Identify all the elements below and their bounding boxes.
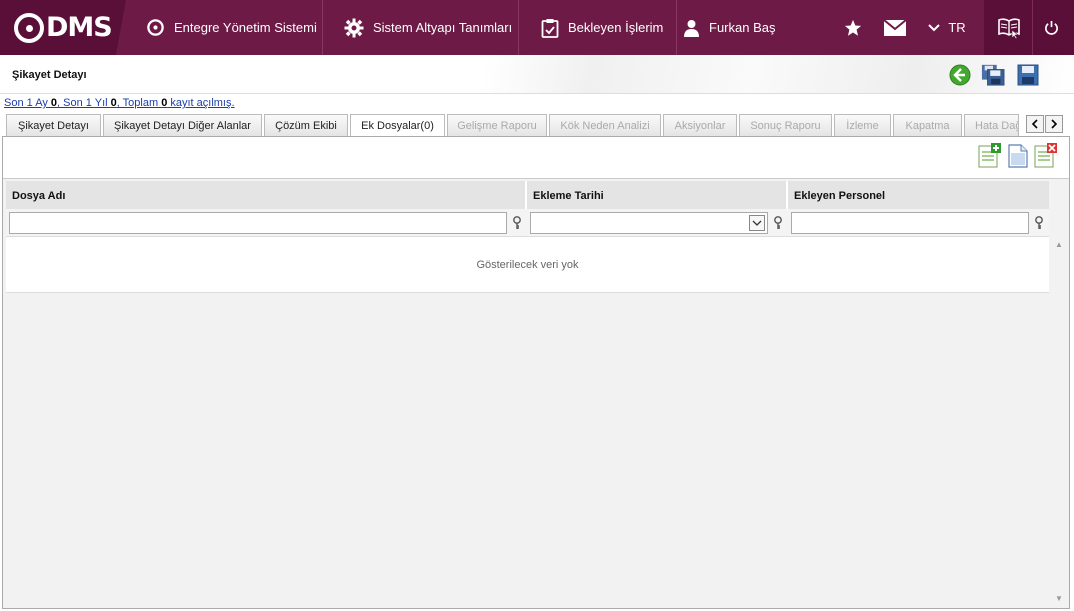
page-title: Şikayet Detayı	[12, 69, 87, 81]
user-icon	[683, 19, 700, 37]
filter-icon[interactable]	[1033, 216, 1045, 230]
filter-input-ekleme-tarihi[interactable]	[530, 212, 768, 234]
grid-toolbar	[3, 137, 1069, 179]
logo-text: DMS	[46, 12, 113, 43]
nav-item-label: Bekleyen İşlerim	[568, 20, 664, 35]
clipboard-icon	[541, 18, 559, 38]
nav-item-bekleyen-islerim[interactable]: Bekleyen İşlerim	[541, 0, 663, 55]
summary-text: , Son 1 Yıl	[57, 97, 111, 109]
nav-divider	[322, 0, 323, 55]
filter-input-ekleyen-personel[interactable]	[791, 212, 1029, 234]
date-dropdown-button[interactable]	[749, 215, 765, 231]
filter-icon[interactable]	[511, 216, 523, 230]
filter-icon[interactable]	[772, 216, 784, 230]
tab-kok-neden-analizi[interactable]: Kök Neden Analizi	[549, 114, 661, 136]
tab-strip: Şikayet Detayı Şikayet Detayı Diğer Alan…	[6, 114, 1021, 137]
view-file-icon[interactable]	[1007, 143, 1031, 169]
gear-icon	[344, 18, 364, 38]
nav-item-user[interactable]: Furkan Baş	[683, 0, 775, 55]
mail-icon[interactable]	[879, 0, 911, 55]
filter-input-dosya-adi[interactable]	[9, 212, 507, 234]
user-guide-book-icon[interactable]	[990, 0, 1028, 55]
save-all-icon[interactable]	[981, 63, 1005, 87]
tab-hata-dagilimi[interactable]: Hata Dağ	[964, 114, 1019, 136]
scroll-down-arrow-icon[interactable]: ▼	[1055, 594, 1063, 603]
nav-item-entegre[interactable]: Entegre Yönetim Sistemi	[146, 0, 317, 55]
tab-scroll-right-button[interactable]	[1045, 115, 1063, 133]
qdms-icon	[146, 18, 165, 37]
grid-scrollbar[interactable]: ▲ ▼	[1049, 181, 1069, 608]
logo-q-icon	[14, 12, 44, 43]
nav-divider	[676, 0, 677, 55]
nav-divider	[1032, 0, 1033, 55]
nav-divider	[518, 0, 519, 55]
language-selector[interactable]: TR	[922, 0, 972, 55]
summary-text: , Toplam	[116, 97, 162, 109]
column-header-ekleme-tarihi[interactable]: Ekleme Tarihi	[527, 181, 786, 209]
chevron-left-icon	[1031, 119, 1038, 129]
tab-ek-dosyalar[interactable]: Ek Dosyalar(0)	[350, 114, 445, 137]
column-header-dosya-adi[interactable]: Dosya Adı	[6, 181, 525, 209]
power-icon[interactable]	[1036, 0, 1066, 55]
tab-sikayet-detayi-diger-alanlar[interactable]: Şikayet Detayı Diğer Alanlar	[103, 114, 262, 136]
tab-sikayet-detayi[interactable]: Şikayet Detayı	[6, 114, 101, 136]
filter-row	[6, 209, 1049, 237]
scroll-up-arrow-icon[interactable]: ▲	[1055, 240, 1063, 249]
tab-cozum-ekibi[interactable]: Çözüm Ekibi	[264, 114, 348, 136]
chevron-down-icon	[928, 23, 941, 32]
tab-content-panel: Dosya Adı Ekleme Tarihi Ekleyen Personel…	[2, 136, 1070, 609]
nav-item-label: Furkan Baş	[709, 20, 776, 35]
page-header: Şikayet Detayı	[0, 55, 1074, 94]
favorites-star-icon[interactable]	[838, 0, 868, 55]
empty-grid-message: Gösterilecek veri yok	[6, 237, 1049, 293]
tab-aksiyonlar[interactable]: Aksiyonlar	[663, 114, 737, 136]
tab-scroll-left-button[interactable]	[1026, 115, 1044, 133]
summary-text: kayıt açılmış.	[167, 97, 235, 109]
delete-file-icon[interactable]	[1034, 143, 1058, 169]
tab-kapatma[interactable]: Kapatma	[893, 114, 962, 136]
nav-item-label: Sistem Altyapı Tanımları	[373, 20, 513, 35]
tab-izleme[interactable]: İzleme	[834, 114, 891, 136]
add-file-icon[interactable]	[978, 143, 1002, 169]
column-header-ekleyen-personel[interactable]: Ekleyen Personel	[788, 181, 1049, 209]
attachments-grid: Dosya Adı Ekleme Tarihi Ekleyen Personel…	[6, 181, 1049, 293]
qdms-logo[interactable]: DMS	[0, 0, 126, 55]
top-navigation-bar: DMS Entegre Yönetim Sistemi Sistem Altya…	[0, 0, 1074, 55]
back-arrow-icon[interactable]	[948, 63, 972, 87]
summary-text: Son 1 Ay	[4, 97, 51, 109]
save-icon[interactable]	[1016, 63, 1040, 87]
language-label: TR	[948, 20, 966, 35]
chevron-down-icon	[752, 220, 762, 226]
tab-gelisme-raporu[interactable]: Gelişme Raporu	[447, 114, 547, 136]
chevron-right-icon	[1051, 119, 1058, 129]
record-summary-link[interactable]: Son 1 Ay 0, Son 1 Yıl 0, Toplam 0 kayıt …	[4, 97, 235, 109]
nav-item-sistem-altyapi[interactable]: Sistem Altyapı Tanımları	[344, 0, 512, 55]
tab-sonuc-raporu[interactable]: Sonuç Raporu	[739, 114, 832, 136]
nav-item-label: Entegre Yönetim Sistemi	[174, 20, 317, 35]
